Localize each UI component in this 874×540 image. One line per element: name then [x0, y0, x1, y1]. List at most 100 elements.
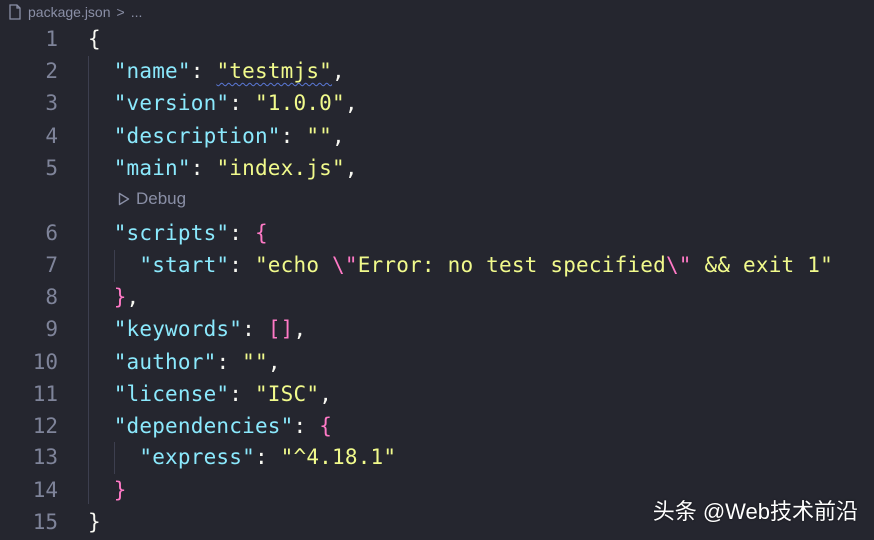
code-line[interactable]: 5 "main": "index.js", — [0, 152, 874, 184]
json-punctuation: : — [229, 382, 255, 406]
code-editor[interactable]: Debug 1{2 "name": "testmjs", 3 "version":… — [0, 24, 874, 540]
json-punctuation: , — [332, 124, 345, 148]
json-punctuation: , — [344, 156, 358, 180]
code-text: "author": "", — [88, 346, 281, 378]
json-punctuation: , — [267, 350, 281, 374]
json-punctuation — [88, 156, 114, 180]
json-punctuation — [88, 414, 114, 438]
json-key: "keywords" — [113, 317, 243, 341]
json-punctuation — [88, 253, 139, 277]
json-punctuation: : — [280, 124, 307, 148]
json-punctuation: , — [126, 285, 140, 309]
line-number: 14 — [32, 478, 58, 502]
json-key: "description" — [113, 124, 281, 148]
json-string: "^4.18.1" — [280, 445, 397, 469]
code-line[interactable]: 11 "license": "ISC", — [0, 378, 874, 410]
code-text: "express": "^4.18.1" — [88, 441, 396, 473]
code-line[interactable]: 7 "start": "echo \"Error: no test specif… — [0, 249, 874, 281]
json-key: "name" — [113, 59, 191, 83]
json-punctuation — [88, 350, 114, 374]
json-punctuation: { — [88, 27, 101, 51]
json-string: "ISC" — [254, 382, 320, 406]
code-text: "dependencies": { — [88, 410, 332, 442]
line-number: 1 — [45, 27, 58, 51]
line-number: 4 — [45, 124, 58, 148]
json-string: "" — [242, 350, 268, 374]
code-line[interactable]: 3 "version": "1.0.0", — [0, 87, 874, 119]
line-number: 3 — [45, 91, 58, 115]
line-number: 15 — [32, 510, 58, 534]
code-line[interactable]: 9 "keywords": [], — [0, 313, 874, 345]
json-key: "license" — [113, 382, 230, 406]
code-text: "main": "index.js", — [88, 152, 358, 184]
code-line[interactable]: 4 "description": "", — [0, 120, 874, 152]
code-text: }, — [88, 281, 139, 313]
code-text: "description": "", — [88, 120, 345, 152]
json-string: && exit 1" — [691, 253, 833, 277]
breadcrumb: package.json > ... — [8, 0, 142, 24]
json-punctuation — [88, 221, 114, 245]
json-bracket: \" — [665, 253, 692, 277]
json-punctuation: : — [229, 91, 255, 115]
json-string: "1.0.0" — [254, 91, 345, 115]
json-punctuation — [88, 445, 139, 469]
json-punctuation: , — [319, 382, 333, 406]
json-punctuation: : — [190, 156, 217, 180]
breadcrumb-filename[interactable]: package.json — [28, 4, 111, 20]
json-key: "start" — [139, 253, 230, 277]
line-number: 12 — [32, 414, 58, 438]
line-number: 8 — [45, 285, 58, 309]
code-line[interactable]: 2 "name": "testmjs", — [0, 55, 874, 87]
line-number: 10 — [32, 350, 58, 374]
json-punctuation: : — [293, 414, 320, 438]
code-text: } — [88, 474, 127, 506]
json-key: "express" — [139, 445, 255, 469]
code-line[interactable]: 6 "scripts": { — [0, 217, 874, 249]
json-punctuation: , — [344, 91, 358, 115]
json-punctuation — [88, 91, 114, 115]
code-text: "version": "1.0.0", — [88, 87, 358, 119]
json-punctuation — [88, 285, 114, 309]
code-line[interactable]: 13 "express": "^4.18.1" — [0, 441, 874, 473]
code-line[interactable]: 12 "dependencies": { — [0, 410, 874, 442]
json-bracket: { — [319, 414, 333, 438]
json-string: "echo — [254, 253, 333, 277]
json-bracket: } — [113, 478, 127, 502]
json-punctuation: } — [88, 510, 101, 534]
code-text: "scripts": { — [88, 217, 268, 249]
line-number: 5 — [45, 156, 58, 180]
json-punctuation: : — [254, 445, 281, 469]
code-text: "license": "ISC", — [88, 378, 332, 410]
code-line[interactable]: 8 }, — [0, 281, 874, 313]
code-text: { — [88, 23, 101, 55]
debug-codelens[interactable]: Debug — [118, 186, 186, 212]
json-key: "dependencies" — [113, 414, 294, 438]
json-punctuation — [88, 59, 114, 83]
json-punctuation: : — [229, 221, 255, 245]
json-string: "index.js" — [216, 156, 345, 180]
line-number: 13 — [32, 445, 58, 469]
json-bracket: { — [254, 221, 268, 245]
line-number: 2 — [45, 59, 58, 83]
code-line[interactable]: 1{ — [0, 23, 874, 55]
json-punctuation — [88, 124, 114, 148]
line-number: 9 — [45, 317, 58, 341]
json-punctuation — [88, 478, 114, 502]
play-outline-icon — [118, 192, 130, 206]
line-number: 7 — [45, 253, 58, 277]
json-key: "version" — [113, 91, 230, 115]
json-string: Error: no test specified — [357, 253, 666, 277]
line-number: 11 — [32, 382, 58, 406]
json-punctuation: , — [293, 317, 307, 341]
json-bracket: \" — [332, 253, 358, 277]
json-string: "testmjs" — [216, 59, 333, 83]
json-punctuation — [88, 317, 114, 341]
breadcrumb-more[interactable]: ... — [131, 4, 143, 20]
code-line[interactable]: 10 "author": "", — [0, 346, 874, 378]
json-punctuation — [88, 382, 114, 406]
code-text: } — [88, 506, 101, 538]
line-number: 6 — [45, 221, 58, 245]
json-key: "scripts" — [113, 221, 230, 245]
code-text: "name": "testmjs", — [88, 55, 345, 87]
json-punctuation: , — [332, 59, 345, 83]
